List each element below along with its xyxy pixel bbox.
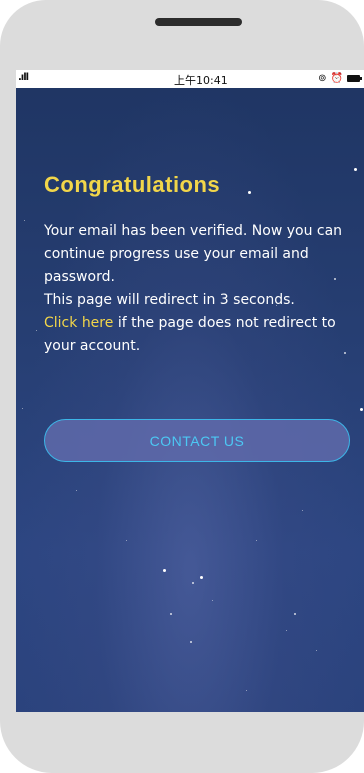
battery-icon [347,75,362,82]
star [192,582,194,584]
redirect-countdown-text: This page will redirect in 3 seconds. [44,292,295,308]
here-link[interactable]: here [82,315,114,331]
star [354,168,357,171]
star [256,540,257,541]
contact-us-button[interactable]: CONTACT US [44,419,350,462]
star [24,220,25,221]
star [302,510,303,511]
star [190,641,192,643]
speaker-slot [155,18,242,26]
status-bar: .ıll 上午10:41 ⊚ ⏰ [16,70,364,88]
star [163,569,166,572]
star [294,613,296,615]
signal-icon: .ıll [18,72,29,83]
verification-message: Your email has been verified. Now you ca… [44,220,350,358]
star [36,330,37,331]
star [316,650,317,651]
star [170,613,172,615]
star [248,191,251,194]
star [212,600,213,601]
star [200,576,203,579]
star [360,408,363,411]
app-screen: .ıll 上午10:41 ⊚ ⏰ Congratulations Your em… [16,70,364,712]
alarm-icon: ⏰ [330,73,343,84]
status-time: 上午10:41 [174,74,228,87]
star [126,540,127,541]
click-link[interactable]: Click [44,315,77,331]
star [22,408,23,409]
phone-frame: .ıll 上午10:41 ⊚ ⏰ Congratulations Your em… [0,0,364,773]
star [286,630,287,631]
location-icon: ⊚ [318,73,327,84]
message-line-1: Your email has been verified. Now you ca… [44,223,343,285]
star [76,490,77,491]
status-icons: ⊚ ⏰ [318,73,362,84]
page-title: Congratulations [44,172,221,197]
star [246,690,247,691]
